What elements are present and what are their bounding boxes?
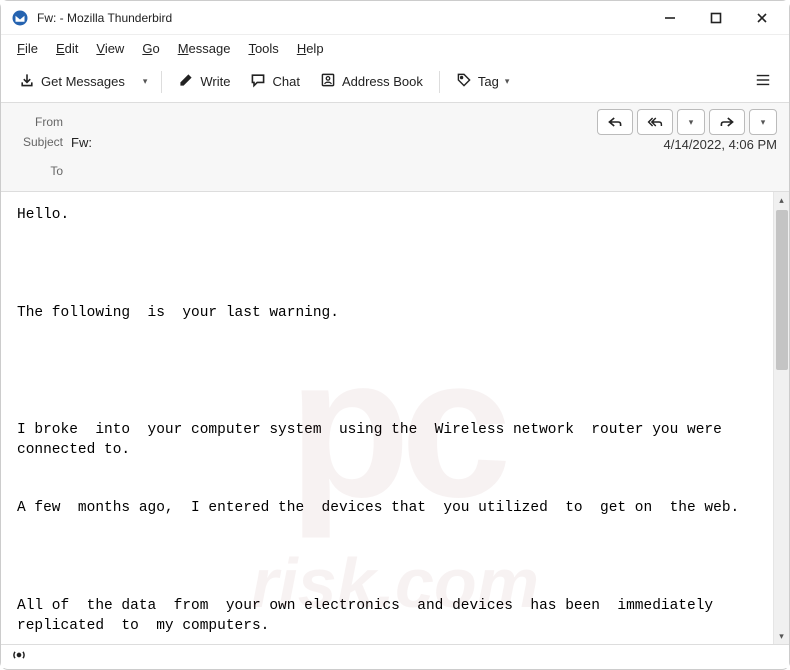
subject-value: Fw:	[71, 135, 656, 150]
subject-label: Subject	[13, 135, 63, 149]
message-body-area: Hello. The following is your last warnin…	[1, 192, 789, 644]
tag-button[interactable]: Tag ▾	[448, 67, 518, 96]
menu-file[interactable]: File	[9, 38, 46, 59]
titlebar: Fw: - Mozilla Thunderbird	[1, 1, 789, 35]
menu-go[interactable]: Go	[134, 38, 167, 59]
reply-button[interactable]	[597, 109, 633, 135]
minimize-button[interactable]	[647, 2, 693, 34]
menu-message[interactable]: Message	[170, 38, 239, 59]
scroll-down-arrow[interactable]: ▾	[774, 628, 789, 644]
chat-icon	[250, 72, 266, 91]
menu-tools[interactable]: Tools	[240, 38, 286, 59]
reply-all-button[interactable]	[637, 109, 673, 135]
toolbar: Get Messages ▾ Write Chat Address Book T…	[1, 61, 789, 103]
menu-edit[interactable]: Edit	[48, 38, 86, 59]
address-book-button[interactable]: Address Book	[312, 67, 431, 96]
toolbar-separator	[439, 71, 440, 93]
maximize-button[interactable]	[693, 2, 739, 34]
chevron-down-icon: ▾	[689, 117, 694, 128]
forward-button[interactable]	[709, 109, 745, 135]
chevron-down-icon: ▾	[761, 117, 766, 128]
chat-label: Chat	[272, 74, 299, 89]
from-label: From	[13, 115, 63, 129]
window-title: Fw: - Mozilla Thunderbird	[37, 11, 647, 25]
chevron-down-icon: ▾	[143, 76, 148, 87]
online-status-icon[interactable]	[11, 647, 27, 667]
pencil-icon	[178, 72, 194, 91]
write-label: Write	[200, 74, 230, 89]
download-icon	[19, 72, 35, 91]
menu-view[interactable]: View	[88, 38, 132, 59]
chat-button[interactable]: Chat	[242, 67, 307, 96]
menubar: File Edit View Go Message Tools Help	[1, 35, 789, 61]
reply-all-dropdown[interactable]: ▾	[677, 109, 705, 135]
message-body: Hello. The following is your last warnin…	[1, 192, 773, 644]
message-datetime: 4/14/2022, 4:06 PM	[664, 135, 777, 152]
address-book-icon	[320, 72, 336, 91]
write-button[interactable]: Write	[170, 67, 238, 96]
toolbar-separator	[161, 71, 162, 93]
message-header: From ▾ ▾ Subject Fw: 4/14/2022, 4:06 PM …	[1, 103, 789, 192]
app-icon	[11, 9, 29, 27]
address-book-label: Address Book	[342, 74, 423, 89]
chevron-down-icon: ▾	[505, 76, 510, 87]
scroll-up-arrow[interactable]: ▴	[774, 192, 789, 208]
get-messages-button[interactable]: Get Messages	[11, 67, 133, 96]
to-label: To	[13, 164, 63, 178]
close-button[interactable]	[739, 2, 785, 34]
statusbar	[1, 644, 789, 668]
menu-help[interactable]: Help	[289, 38, 332, 59]
get-messages-dropdown[interactable]: ▾	[137, 71, 154, 92]
app-menu-button[interactable]	[747, 66, 779, 97]
vertical-scrollbar[interactable]: ▴ ▾	[773, 192, 789, 644]
more-actions-dropdown[interactable]: ▾	[749, 109, 777, 135]
tag-icon	[456, 72, 472, 91]
scroll-thumb[interactable]	[776, 210, 788, 370]
get-messages-label: Get Messages	[41, 74, 125, 89]
tag-label: Tag	[478, 74, 499, 89]
